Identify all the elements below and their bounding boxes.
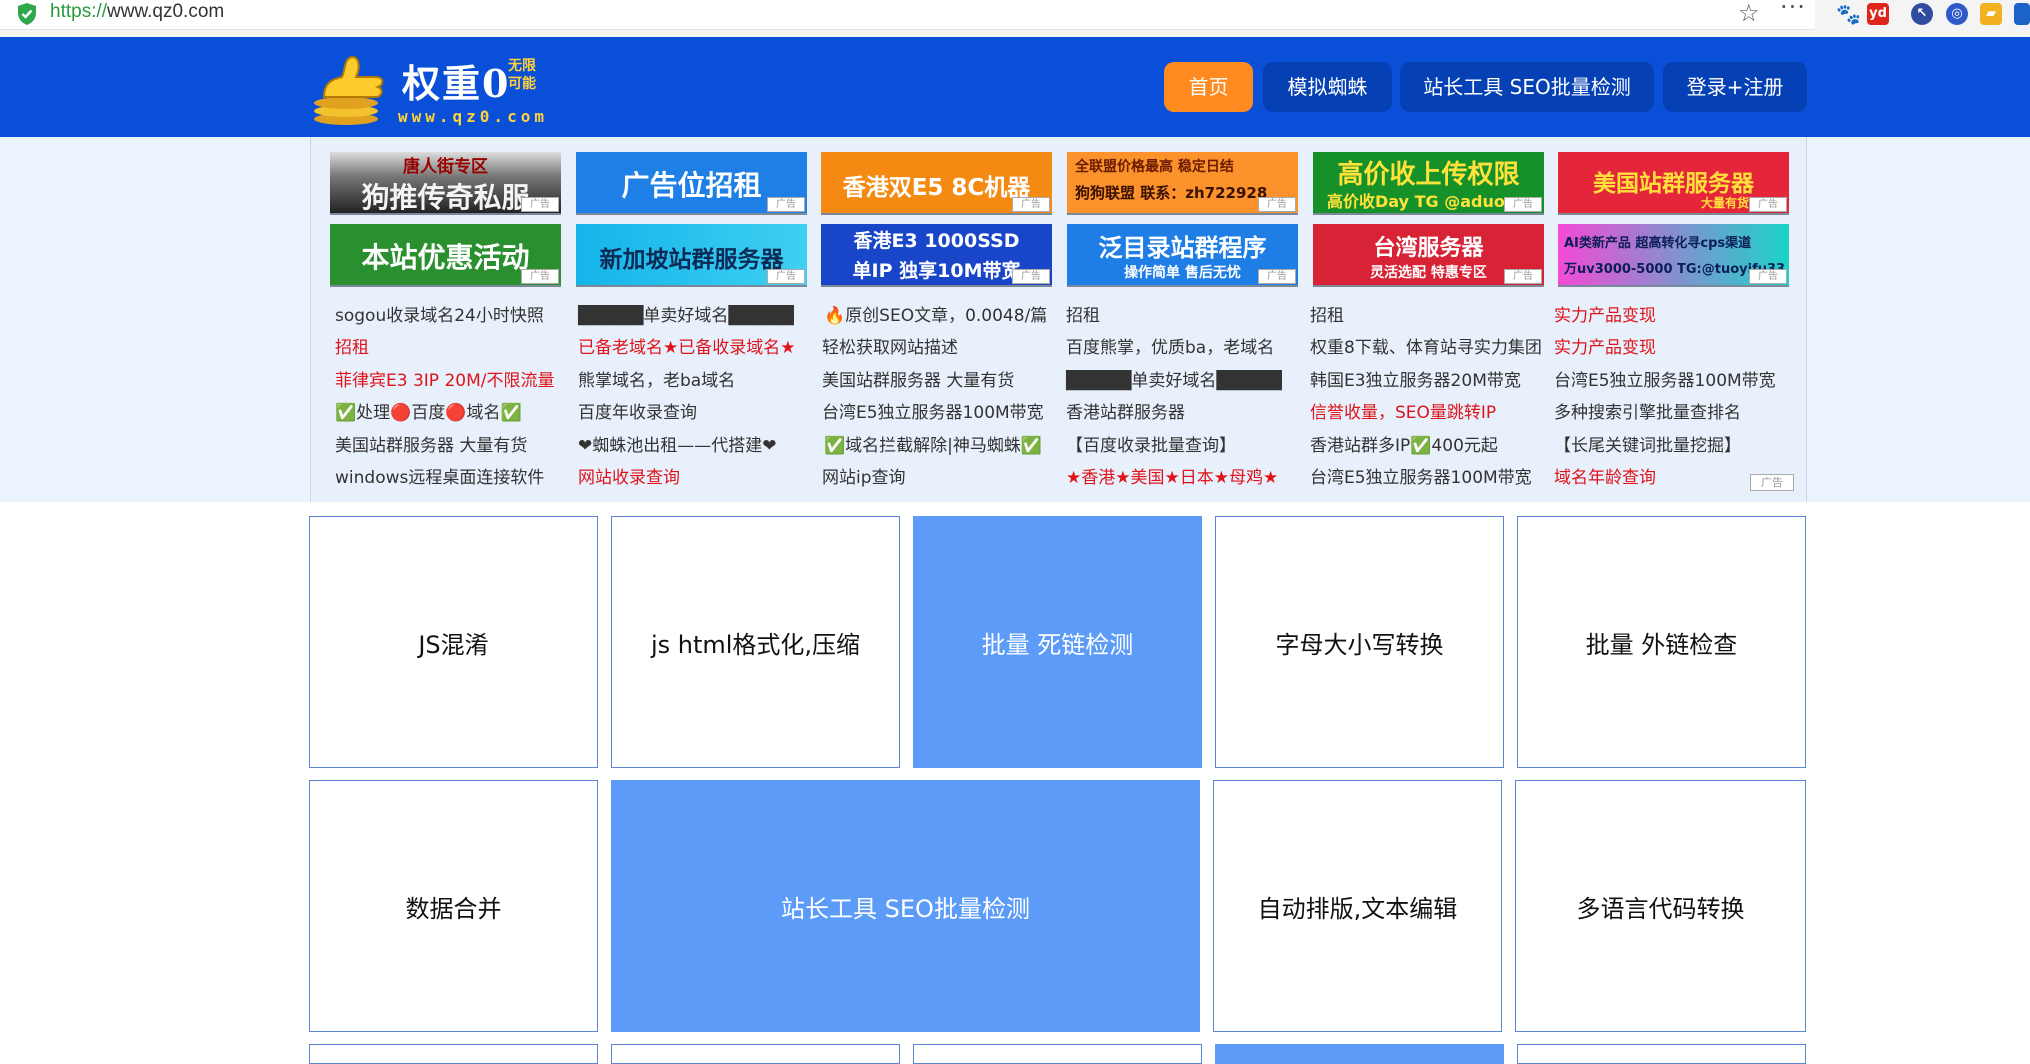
text-ad-link[interactable]: 百度年收录查询 (578, 397, 697, 430)
text-ad-link[interactable]: ★香港★美国★日本★母鸡★ (1066, 462, 1278, 495)
text-ad-link[interactable]: 招租 (1310, 300, 1344, 333)
banner-ad[interactable]: 高价收上传权限 高价收Day TG @aduog 广告 (1313, 152, 1544, 215)
nav-home[interactable]: 首页 (1164, 62, 1253, 112)
text-ad-link[interactable]: 招租 (1066, 300, 1100, 333)
text-ad-link[interactable]: 台湾E5独立服务器100M带宽 (1554, 365, 1776, 398)
tool-tile[interactable] (1517, 1044, 1806, 1064)
puzzle-icon[interactable] (2014, 3, 2030, 25)
text-ad-link[interactable]: 网站ip查询 (822, 462, 906, 495)
tool-tile[interactable] (1215, 1044, 1504, 1064)
text-ad-link[interactable]: 多种搜索引擎批量查排名 (1554, 397, 1741, 430)
text-ad-link[interactable]: 🔥原创SEO文章，0.0048/篇 (824, 300, 1047, 333)
site-logo[interactable]: 权重0 无限 可能 www.qz0.com (310, 47, 570, 127)
ad-tag: 广告 (1750, 474, 1794, 491)
tool-seo-batch-check[interactable]: 站长工具 SEO批量检测 (611, 780, 1200, 1032)
text-ad-link[interactable]: 已备老域名★已备收录域名★ (578, 332, 795, 365)
bookmark-star-icon[interactable]: ☆ (1738, 0, 1760, 26)
text-ad-link[interactable]: 美国站群服务器 大量有货 (335, 430, 527, 463)
logo-tagline: 无限 可能 (508, 58, 536, 92)
text-ad-link[interactable]: 百度熊掌，优质ba，老域名 (1066, 332, 1274, 365)
cursor-icon[interactable]: ↖ (1911, 3, 1933, 25)
nav-spider-sim[interactable]: 模拟蜘蛛 (1263, 62, 1392, 112)
text-ad-link[interactable]: ✅域名拦截解除|神马蜘蛛✅ (824, 430, 1042, 463)
banner-ad[interactable]: 新加坡站群服务器 广告 (576, 224, 807, 287)
youdao-icon[interactable]: yd (1867, 3, 1889, 25)
text-ad-link[interactable]: █████单卖好域名█████ (578, 300, 794, 333)
text-ad-link[interactable]: 台湾E5独立服务器100M带宽 (1310, 462, 1532, 495)
more-menu-icon[interactable]: ··· (1780, 0, 1806, 20)
banner-ad[interactable]: AI类新产品 超高转化寻cps渠道 万uv3000-5000 TG:@tuoyi… (1558, 224, 1789, 287)
text-ad-link[interactable]: 香港站群多IP✅400元起 (1310, 430, 1498, 463)
banner-ad[interactable]: 台湾服务器 灵活选配 特惠专区 广告 (1313, 224, 1544, 287)
tool-backlink-check[interactable]: 批量 外链检查 (1517, 516, 1806, 768)
logo-title: 权重0 (402, 61, 511, 106)
tool-case-convert[interactable]: 字母大小写转换 (1215, 516, 1504, 768)
account-icon[interactable]: ◎ (1946, 3, 1968, 25)
text-ad-link[interactable]: 实力产品变现 (1554, 332, 1656, 365)
text-ad-link[interactable]: windows远程桌面连接软件 (335, 462, 544, 495)
text-ad-link[interactable]: █████单卖好域名█████ (1066, 365, 1282, 398)
tool-text-editor[interactable]: 自动排版,文本编辑 (1213, 780, 1502, 1032)
text-ad-link[interactable]: ❤蜘蛛池出租——代搭建❤ (578, 430, 777, 463)
text-ad-link[interactable]: 招租 (335, 332, 369, 365)
tool-js-obfuscate[interactable]: JS混淆 (309, 516, 598, 768)
thumbs-up-coins-icon (314, 55, 384, 125)
browser-toolbar: https://www.qz0.com ☆ ··· 🐾 yd ↖ ◎ ▰ (0, 0, 2030, 37)
text-ad-link[interactable]: 台湾E5独立服务器100M带宽 (822, 397, 1044, 430)
banner-ad[interactable]: 泛目录站群程序 操作简单 售后无忧 广告 (1067, 224, 1298, 287)
text-ad-link[interactable]: 香港站群服务器 (1066, 397, 1185, 430)
banner-ad[interactable]: 香港E3 1000SSD 单IP 独享10M带宽 广告 (821, 224, 1052, 287)
text-ad-link[interactable]: 轻松获取网站描述 (822, 332, 958, 365)
nav-login-register[interactable]: 登录+注册 (1663, 62, 1807, 112)
text-ad-link[interactable]: 权重8下载、体育站寻实力集团 (1310, 332, 1542, 365)
tool-tile[interactable] (309, 1044, 598, 1064)
paw-icon[interactable]: 🐾 (1836, 3, 1861, 25)
url-text[interactable]: https://www.qz0.com (50, 0, 224, 26)
banner-ad[interactable]: 广告位招租 广告 (576, 152, 807, 215)
tool-tile[interactable] (913, 1044, 1202, 1064)
tool-data-merge[interactable]: 数据合并 (309, 780, 598, 1032)
folder-icon[interactable]: ▰ (1980, 3, 2002, 25)
text-ad-link[interactable]: 熊掌域名，老ba域名 (578, 365, 735, 398)
text-ad-link[interactable]: 菲律宾E3 3IP 20M/不限流量 (335, 365, 554, 398)
banner-ad[interactable]: 美国站群服务器 大量有货 广告 (1558, 152, 1789, 215)
banner-ad[interactable]: 本站优惠活动 广告 (330, 224, 561, 287)
tool-code-convert[interactable]: 多语言代码转换 (1515, 780, 1806, 1032)
address-bar[interactable]: https://www.qz0.com ☆ ··· (0, 0, 1815, 30)
tool-tile[interactable] (611, 1044, 900, 1064)
banner-ad[interactable]: 唐人街专区 狗推传奇私服 广告 (330, 152, 561, 215)
text-ad-link[interactable]: 域名年龄查询 (1554, 462, 1656, 495)
nav-seo-tools[interactable]: 站长工具 SEO批量检测 (1400, 62, 1654, 112)
text-ad-link[interactable]: 美国站群服务器 大量有货 (822, 365, 1014, 398)
text-ad-link[interactable]: 信誉收量，SEO量跳转IP (1310, 397, 1496, 430)
text-ad-link[interactable]: 实力产品变现 (1554, 300, 1656, 333)
text-ad-link[interactable]: sogou收录域名24小时快照 (335, 300, 544, 333)
text-ad-link[interactable]: 韩国E3独立服务器20M带宽 (1310, 365, 1521, 398)
logo-domain: www.qz0.com (398, 107, 548, 126)
text-ad-link[interactable]: 【长尾关键词批量挖掘】 (1554, 430, 1741, 463)
banner-ad[interactable]: 香港双E5 8C机器 广告 (821, 152, 1052, 215)
text-ad-link[interactable]: 【百度收录批量查询】 (1066, 430, 1236, 463)
text-ad-link[interactable]: ✅处理🔴百度🔴域名✅ (335, 397, 522, 430)
secure-shield-icon (18, 3, 36, 25)
tool-js-html-format[interactable]: js html格式化,压缩 (611, 516, 900, 768)
site-header: 权重0 无限 可能 www.qz0.com 首页 模拟蜘蛛 站长工具 SEO批量检… (0, 37, 2030, 137)
tool-dead-link-check[interactable]: 批量 死链检测 (913, 516, 1202, 768)
text-ad-link[interactable]: 网站收录查询 (578, 462, 680, 495)
banner-ad[interactable]: 全联盟价格最高 稳定日结 狗狗联盟 联系：zh722928 广告 (1067, 152, 1298, 215)
